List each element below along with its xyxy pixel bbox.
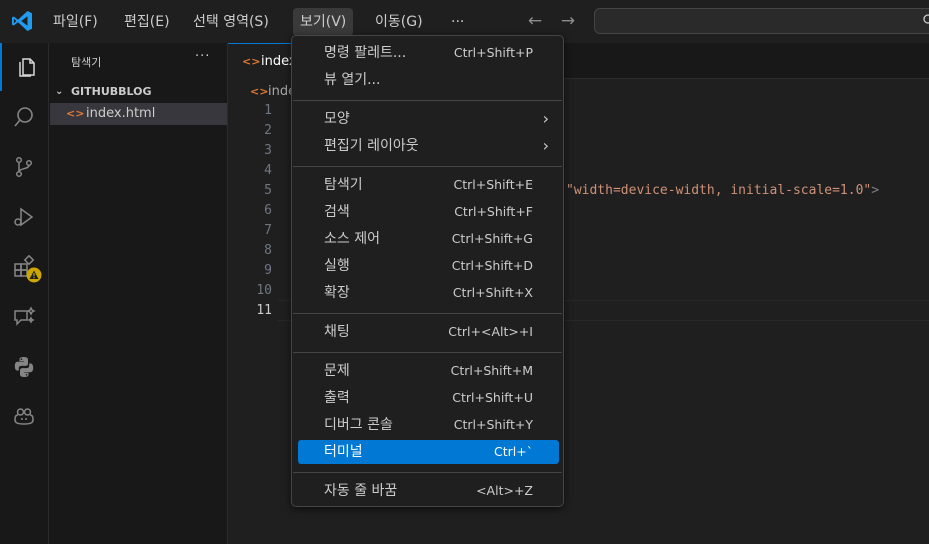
menu-item-shortcut: Ctrl+Shift+D <box>451 258 533 273</box>
view-menu-item[interactable]: 자동 줄 바꿈 <Alt>+Z <box>298 479 559 503</box>
menu-item-label: 채팅 <box>324 324 350 340</box>
menu-item-shortcut: Ctrl+Shift+E <box>453 177 534 192</box>
menu-item-shortcut: Ctrl+` <box>494 444 533 459</box>
line-number: 4 <box>264 163 272 178</box>
chat-icon[interactable] <box>0 293 48 341</box>
html-file-icon: <> <box>250 85 269 98</box>
menu-item-shortcut: Ctrl+<Alt>+I <box>448 324 533 339</box>
view-menu-item[interactable]: 모양 › <box>298 107 559 131</box>
menu-separator <box>293 313 562 314</box>
copilot-icon[interactable] <box>0 393 48 441</box>
menu-item-shortcut: Ctrl+Shift+U <box>452 390 533 405</box>
view-menu-item[interactable]: 출력 Ctrl+Shift+U <box>298 386 559 410</box>
code-tag-end: > <box>871 183 880 198</box>
view-menu-item[interactable]: 명령 팔레트... Ctrl+Shift+P <box>298 41 559 65</box>
html-file-icon: <> <box>242 55 261 68</box>
menu-item-shortcut: Ctrl+Shift+M <box>450 363 533 378</box>
view-menu-item[interactable]: 탐색기 Ctrl+Shift+E <box>298 173 559 197</box>
menu-item-label: 출력 <box>324 390 350 406</box>
menu-item-shortcut: <Alt>+Z <box>476 483 533 498</box>
search-icon <box>923 14 929 24</box>
activity-bar <box>0 43 49 544</box>
menu-item-label: 자동 줄 바꿈 <box>324 483 398 499</box>
menu-item-label: 편집기 레이아웃 <box>324 138 419 154</box>
menu-edit[interactable]: 편집(E) <box>117 8 177 36</box>
menu-selection[interactable]: 선택 영역(S) <box>186 8 276 36</box>
extensions-icon[interactable] <box>0 243 48 291</box>
chevron-down-icon: ⌄ <box>55 86 64 97</box>
explorer-sidebar: 탐색기 ··· ⌄ GITHUBBLOG <> index.html <box>49 43 228 544</box>
back-arrow-icon[interactable]: ← <box>523 8 547 34</box>
menu-item-shortcut: Ctrl+Shift+G <box>451 231 533 246</box>
run-debug-icon[interactable] <box>0 193 48 241</box>
menu-separator <box>293 166 562 167</box>
menu-more-icon[interactable]: ··· <box>444 8 471 36</box>
warning-badge-icon <box>26 267 42 283</box>
code-line-5-fragment[interactable]: "width=device-width, initial-scale=1.0"> <box>566 181 879 201</box>
line-number: 2 <box>264 123 272 138</box>
menu-item-shortcut: Ctrl+Shift+X <box>452 285 533 300</box>
vscode-logo-icon <box>12 11 32 31</box>
menu-item-label: 모양 <box>324 111 350 127</box>
line-number: 11 <box>256 303 272 318</box>
menu-item-label: 실행 <box>324 258 350 274</box>
line-number: 10 <box>256 283 272 298</box>
file-item-index-html[interactable]: <> index.html <box>50 103 227 125</box>
workspace-folder-header[interactable]: ⌄ GITHUBBLOG <box>49 81 227 103</box>
line-number: 3 <box>264 143 272 158</box>
menu-item-shortcut: Ctrl+Shift+P <box>453 45 533 60</box>
menu-item-shortcut: Ctrl+Shift+F <box>454 204 533 219</box>
view-menu-item[interactable]: 실행 Ctrl+Shift+D <box>298 254 559 278</box>
menu-item-label: 탐색기 <box>324 177 363 193</box>
workspace-folder-label: GITHUBBLOG <box>71 85 152 98</box>
menu-item-label: 검색 <box>324 204 350 220</box>
menu-item-label: 디버그 콘솔 <box>324 417 393 433</box>
menu-item-label: 뷰 열기... <box>324 72 381 88</box>
command-center-search[interactable] <box>594 8 929 34</box>
chevron-right-icon: › <box>542 136 549 155</box>
chevron-right-icon: › <box>542 109 549 128</box>
file-item-label: index.html <box>86 106 156 121</box>
menu-go[interactable]: 이동(G) <box>368 8 430 36</box>
explorer-icon[interactable] <box>0 43 48 91</box>
menu-separator <box>293 472 562 473</box>
menu-separator <box>293 352 562 353</box>
sidebar-title: 탐색기 <box>71 56 102 69</box>
view-menu-item[interactable]: 편집기 레이아웃 › <box>298 134 559 158</box>
line-number: 7 <box>264 223 272 238</box>
menu-item-label: 확장 <box>324 285 350 301</box>
html-file-icon: <> <box>66 107 85 120</box>
view-menu-item[interactable]: 디버그 콘솔 Ctrl+Shift+Y <box>298 413 559 437</box>
menu-separator <box>293 100 562 101</box>
search-icon[interactable] <box>0 93 48 141</box>
line-number: 6 <box>264 203 272 218</box>
line-number: 1 <box>264 103 272 118</box>
view-menu-item[interactable]: 뷰 열기... <box>298 68 559 92</box>
view-menu-item[interactable]: 소스 제어 Ctrl+Shift+G <box>298 227 559 251</box>
line-number: 8 <box>264 243 272 258</box>
view-menu-item[interactable]: 문제 Ctrl+Shift+M <box>298 359 559 383</box>
view-menu-item[interactable]: 터미널 Ctrl+` <box>298 440 559 464</box>
view-menu-item[interactable]: 채팅 Ctrl+<Alt>+I <box>298 320 559 344</box>
view-menu-item[interactable]: 확장 Ctrl+Shift+X <box>298 281 559 305</box>
python-icon[interactable] <box>0 343 48 391</box>
menu-item-label: 소스 제어 <box>324 231 380 247</box>
line-number: 9 <box>264 263 272 278</box>
sidebar-more-actions-icon[interactable]: ··· <box>195 49 210 64</box>
menu-item-label: 터미널 <box>324 444 363 460</box>
line-number: 5 <box>264 183 272 198</box>
forward-arrow-icon[interactable]: → <box>556 8 580 34</box>
menu-item-label: 명령 팔레트... <box>324 45 407 61</box>
menu-file[interactable]: 파일(F) <box>46 8 105 36</box>
view-menu-dropdown: 명령 팔레트... Ctrl+Shift+P 뷰 열기... 모양 › 편집기 레이아웃 ›… <box>291 35 564 507</box>
code-attribute-value: "width=device-width, initial-scale=1.0" <box>566 183 872 198</box>
menu-item-shortcut: Ctrl+Shift+Y <box>453 417 533 432</box>
menu-view[interactable]: 보기(V) <box>293 8 354 36</box>
view-menu-item[interactable]: 검색 Ctrl+Shift+F <box>298 200 559 224</box>
source-control-icon[interactable] <box>0 143 48 191</box>
menu-item-label: 문제 <box>324 363 350 379</box>
